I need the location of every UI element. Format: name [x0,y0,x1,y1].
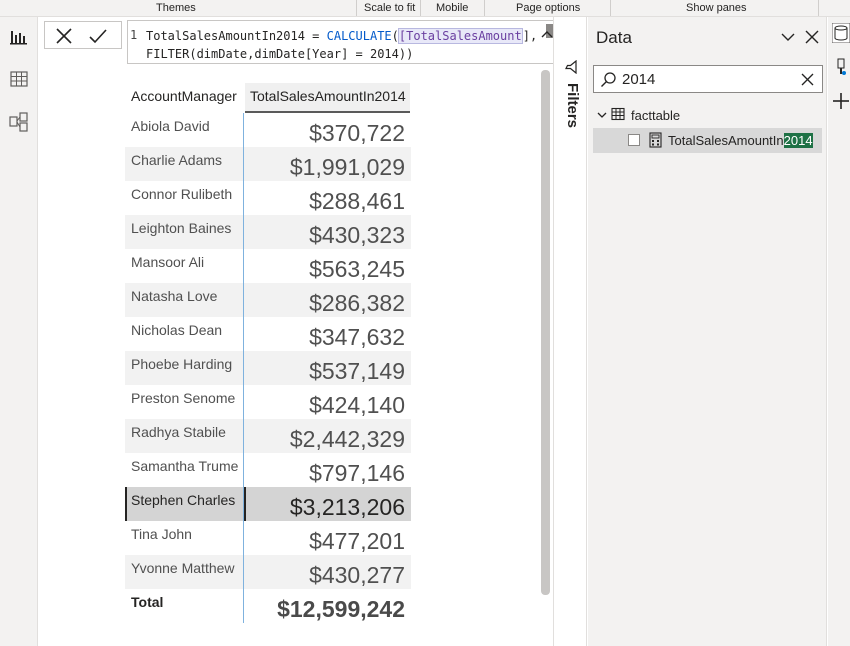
total-label: Total [131,594,164,610]
search-icon [600,71,617,88]
cell-account-manager[interactable]: Connor Rulibeth [125,181,243,215]
field-checkbox[interactable] [628,134,640,146]
formula-measure-reference[interactable]: [TotalSalesAmount [397,28,523,44]
table-row[interactable]: Mansoor Ali $563,245 [125,249,411,283]
cell-total-sales[interactable]: $347,632 [244,317,411,351]
formula-line-1[interactable]: TotalSalesAmountIn2014 = CALCULATE([Tota… [146,28,537,44]
table-row[interactable]: Tina John $477,201 [125,521,411,555]
cell-account-manager[interactable]: Charlie Adams [125,147,243,181]
measure-name: TotalSalesAmountIn2014 [668,133,813,148]
table-row[interactable]: Stephen Charles $3,213,206 [125,487,411,521]
cell-account-manager[interactable]: Samantha Trume [125,453,243,487]
calculator-icon [649,132,662,148]
formula-commit-buttons [44,21,122,49]
search-match-highlight: 2014 [783,133,813,148]
formula-line-2[interactable]: FILTER(dimDate,dimDate[Year] = 2014)) [146,47,413,61]
column-header-total-sales[interactable]: TotalSalesAmountIn2014 [245,83,410,113]
report-view-icon[interactable] [9,27,29,47]
cell-account-manager[interactable]: Radhya Stabile [125,419,243,453]
expand-chevron-down-icon[interactable] [596,109,608,121]
table-row[interactable]: Nicholas Dean $347,632 [125,317,411,351]
table-row[interactable]: Preston Senome $424,140 [125,385,411,419]
ribbon-group-show-panes: Show panes [686,2,747,14]
cell-total-sales[interactable]: $370,722 [244,113,411,147]
data-pane: Data facttable [588,17,827,646]
cell-account-manager[interactable]: Mansoor Ali [125,249,243,283]
table-row[interactable]: Abiola David $370,722 [125,113,411,147]
cell-total-sales[interactable]: $430,323 [244,215,411,249]
search-input[interactable] [622,70,797,88]
table-row[interactable]: Natasha Love $286,382 [125,283,411,317]
table-total-row: Total $12,599,242 [125,589,411,623]
cell-total-sales[interactable]: $286,382 [244,283,411,317]
view-rail [0,17,38,646]
table-row[interactable]: Phoebe Harding $537,149 [125,351,411,385]
table-row[interactable]: Leighton Baines $430,323 [125,215,411,249]
cell-total-sales[interactable]: $430,277 [244,555,411,589]
cell-total-sales[interactable]: $477,201 [244,521,411,555]
tree-item-measure[interactable]: TotalSalesAmountIn2014 [593,128,822,153]
data-pane-title: Data [596,28,632,47]
data-search-box[interactable] [593,65,823,93]
cancel-formula-button[interactable] [53,25,75,47]
table-icon [611,107,625,121]
tree-item-facttable[interactable]: facttable [593,105,823,125]
cell-account-manager[interactable]: Stephen Charles [125,487,243,521]
table-row[interactable]: Samantha Trume $797,146 [125,453,411,487]
close-pane-icon[interactable] [802,27,822,47]
collapse-pane-chevron-down-icon[interactable] [778,27,798,47]
table-view-icon[interactable] [9,69,29,89]
cell-total-sales[interactable]: $3,213,206 [244,487,411,521]
formula-line-number: 1 [130,28,138,42]
power-bi-window: Themes Scale to fit Mobile Page options … [0,0,850,646]
cell-total-sales[interactable]: $537,149 [244,351,411,385]
right-icon-strip [828,17,850,646]
table-row[interactable]: Charlie Adams $1,991,029 [125,147,411,181]
cell-account-manager[interactable]: Natasha Love [125,283,243,317]
dax-formula-editor[interactable]: 1 TotalSalesAmountIn2014 = CALCULATE([To… [127,20,556,64]
cell-total-sales[interactable]: $1,991,029 [244,147,411,181]
cell-total-sales[interactable]: $797,146 [244,453,411,487]
cell-account-manager[interactable]: Tina John [125,521,243,555]
cell-account-manager[interactable]: Abiola David [125,113,243,147]
table-row[interactable]: Connor Rulibeth $288,461 [125,181,411,215]
cell-total-sales[interactable]: $563,245 [244,249,411,283]
ribbon-group-labels: Themes Scale to fit Mobile Page options … [0,0,850,17]
data-cylinder-icon[interactable] [831,22,850,44]
cell-account-manager[interactable]: Leighton Baines [125,215,243,249]
table-row[interactable]: Radhya Stabile $2,442,329 [125,419,411,453]
column-header-account-manager[interactable]: AccountManager [131,88,237,104]
cell-total-sales[interactable]: $288,461 [244,181,411,215]
cell-account-manager[interactable]: Phoebe Harding [125,351,243,385]
cell-total-sales[interactable]: $2,442,329 [244,419,411,453]
cell-account-manager[interactable]: Yvonne Matthew [125,555,243,589]
filters-label[interactable]: Filters [561,83,581,143]
total-value: $12,599,242 [277,596,405,622]
filters-pane-collapsed[interactable]: Filters [553,17,587,646]
cell-total-sales[interactable]: $424,140 [244,385,411,419]
commit-formula-button[interactable] [87,25,109,47]
clear-search-icon[interactable] [799,71,816,88]
add-plus-icon[interactable] [832,91,850,111]
ribbon-group-themes: Themes [156,2,196,14]
ribbon-group-mobile: Mobile [436,2,469,14]
table-row[interactable]: Yvonne Matthew $430,277 [125,555,411,589]
cell-account-manager[interactable]: Nicholas Dean [125,317,243,351]
filter-icon [564,59,578,75]
table-name: facttable [631,108,681,123]
format-brush-icon[interactable] [832,57,850,77]
cell-account-manager[interactable]: Preston Senome [125,385,243,419]
canvas-vertical-scrollbar[interactable] [541,70,550,595]
ribbon-group-page-options: Page options [516,2,581,14]
ribbon-group-scale-to-fit: Scale to fit [364,2,416,14]
model-view-icon[interactable] [9,112,29,132]
